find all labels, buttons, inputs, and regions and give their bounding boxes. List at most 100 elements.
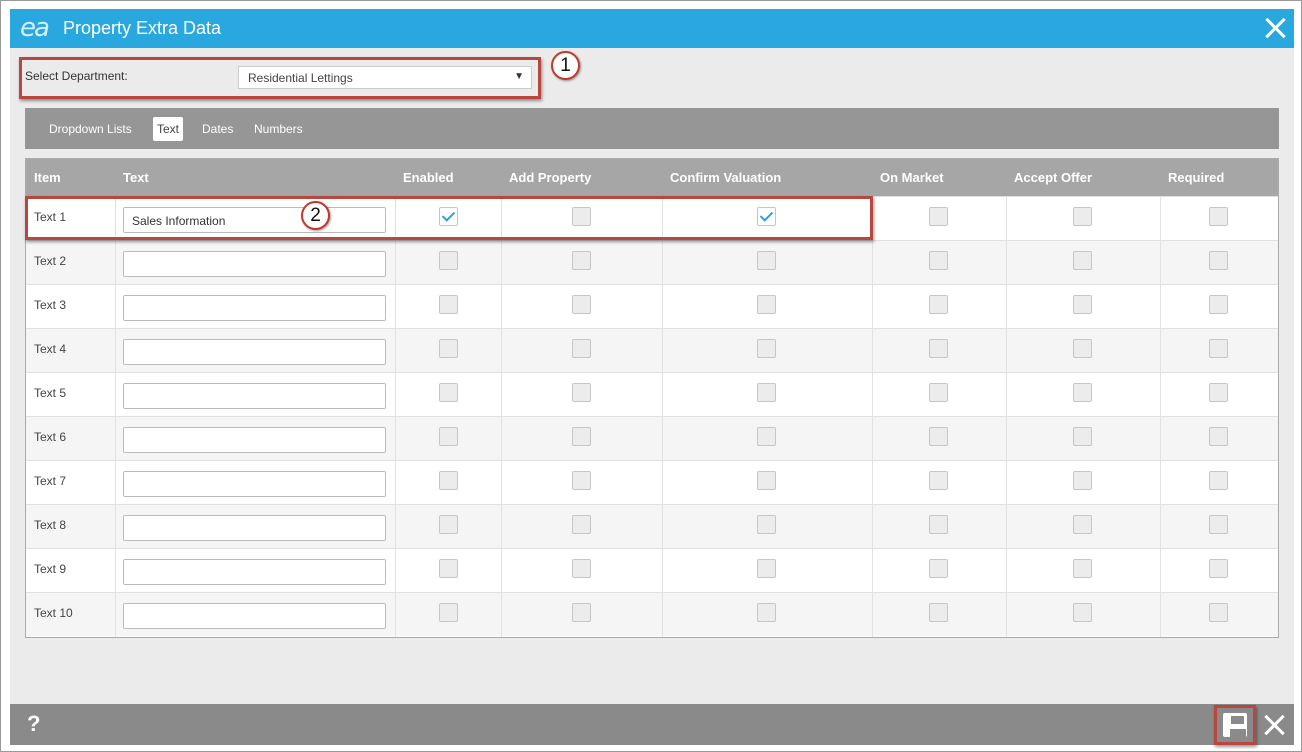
required-checkbox[interactable] [1209,251,1228,270]
app-logo: ea [20,13,50,43]
tab-dates[interactable]: Dates [198,117,237,141]
enabled-checkbox[interactable] [439,471,458,490]
add-property-checkbox[interactable] [572,207,591,226]
enabled-checkbox[interactable] [439,295,458,314]
add-property-checkbox[interactable] [572,603,591,622]
required-checkbox[interactable] [1209,383,1228,402]
accept-offer-checkbox[interactable] [1073,603,1092,622]
tab-dropdown-lists[interactable]: Dropdown Lists [45,117,136,141]
help-icon[interactable]: ? [27,711,40,737]
close-icon[interactable] [1262,15,1288,41]
text-field[interactable]: Sales Information [123,207,386,233]
enabled-checkbox[interactable] [439,207,458,226]
tab-bar: Dropdown Lists Text Dates Numbers [25,108,1279,149]
accept-offer-checkbox[interactable] [1073,427,1092,446]
add-property-checkbox[interactable] [572,295,591,314]
required-checkbox[interactable] [1209,207,1228,226]
on-market-checkbox[interactable] [929,339,948,358]
department-label: Select Department: [25,69,128,83]
tab-numbers[interactable]: Numbers [250,117,307,141]
on-market-checkbox[interactable] [929,515,948,534]
confirm-valuation-checkbox[interactable] [757,207,776,226]
confirm-valuation-checkbox[interactable] [757,295,776,314]
text-field[interactable] [123,427,386,453]
close-icon[interactable] [1261,712,1287,738]
confirm-valuation-checkbox[interactable] [757,603,776,622]
add-property-checkbox[interactable] [572,515,591,534]
enabled-checkbox[interactable] [439,383,458,402]
add-property-checkbox[interactable] [572,251,591,270]
confirm-valuation-checkbox[interactable] [757,339,776,358]
required-checkbox[interactable] [1209,295,1228,314]
required-checkbox[interactable] [1209,471,1228,490]
confirm-valuation-checkbox[interactable] [757,383,776,402]
confirm-valuation-checkbox[interactable] [757,251,776,270]
table-row: Text 8 [26,504,1278,548]
on-market-checkbox[interactable] [929,295,948,314]
enabled-checkbox[interactable] [439,603,458,622]
dialog-title: Property Extra Data [63,18,222,38]
text-field[interactable] [123,515,386,541]
tab-text[interactable]: Text [153,117,184,141]
table-row: Text 10 [26,592,1278,636]
column-divider [395,196,396,637]
callout-number-1: 1 [551,51,580,80]
save-icon [1223,713,1247,738]
on-market-checkbox[interactable] [929,603,948,622]
title-bar: ea Property Extra Data [10,9,1294,48]
required-checkbox[interactable] [1209,603,1228,622]
text-field[interactable] [123,295,386,321]
accept-offer-checkbox[interactable] [1073,383,1092,402]
accept-offer-checkbox[interactable] [1073,515,1092,534]
enabled-checkbox[interactable] [439,427,458,446]
enabled-checkbox[interactable] [439,339,458,358]
on-market-checkbox[interactable] [929,471,948,490]
department-selected-value: Residential Lettings [248,71,353,85]
accept-offer-checkbox[interactable] [1073,251,1092,270]
enabled-checkbox[interactable] [439,251,458,270]
callout-number-2: 2 [301,201,330,230]
required-checkbox[interactable] [1209,559,1228,578]
save-button[interactable] [1220,710,1250,740]
accept-offer-checkbox[interactable] [1073,559,1092,578]
required-checkbox[interactable] [1209,515,1228,534]
text-field[interactable] [123,559,386,585]
confirm-valuation-checkbox[interactable] [757,559,776,578]
table-row: Text 1 Sales Information [26,196,1278,240]
add-property-checkbox[interactable] [572,559,591,578]
column-divider [501,196,502,637]
on-market-checkbox[interactable] [929,207,948,226]
item-label: Text 1 [34,210,67,224]
table-row: Text 5 [26,372,1278,416]
text-field[interactable] [123,339,386,365]
text-field[interactable] [123,251,386,277]
department-selector-row: Select Department: Residential Lettings … [10,57,610,101]
enabled-checkbox[interactable] [439,559,458,578]
confirm-valuation-checkbox[interactable] [757,515,776,534]
accept-offer-checkbox[interactable] [1073,207,1092,226]
accept-offer-checkbox[interactable] [1073,295,1092,314]
add-property-checkbox[interactable] [572,339,591,358]
add-property-checkbox[interactable] [572,383,591,402]
accept-offer-checkbox[interactable] [1073,471,1092,490]
text-field[interactable] [123,471,386,497]
add-property-checkbox[interactable] [572,471,591,490]
table-row: Text 7 [26,460,1278,504]
text-field[interactable] [123,383,386,409]
on-market-checkbox[interactable] [929,251,948,270]
accept-offer-checkbox[interactable] [1073,339,1092,358]
add-property-checkbox[interactable] [572,427,591,446]
text-field[interactable] [123,603,386,629]
on-market-checkbox[interactable] [929,427,948,446]
on-market-checkbox[interactable] [929,559,948,578]
required-checkbox[interactable] [1209,339,1228,358]
column-header-accept-offer: Accept Offer [1014,170,1093,185]
department-select[interactable]: Residential Lettings ▼ [238,66,532,89]
confirm-valuation-checkbox[interactable] [757,471,776,490]
on-market-checkbox[interactable] [929,383,948,402]
confirm-valuation-checkbox[interactable] [757,427,776,446]
footer-bar: ? [10,704,1294,745]
item-label: Text 9 [34,562,67,576]
enabled-checkbox[interactable] [439,515,458,534]
required-checkbox[interactable] [1209,427,1228,446]
